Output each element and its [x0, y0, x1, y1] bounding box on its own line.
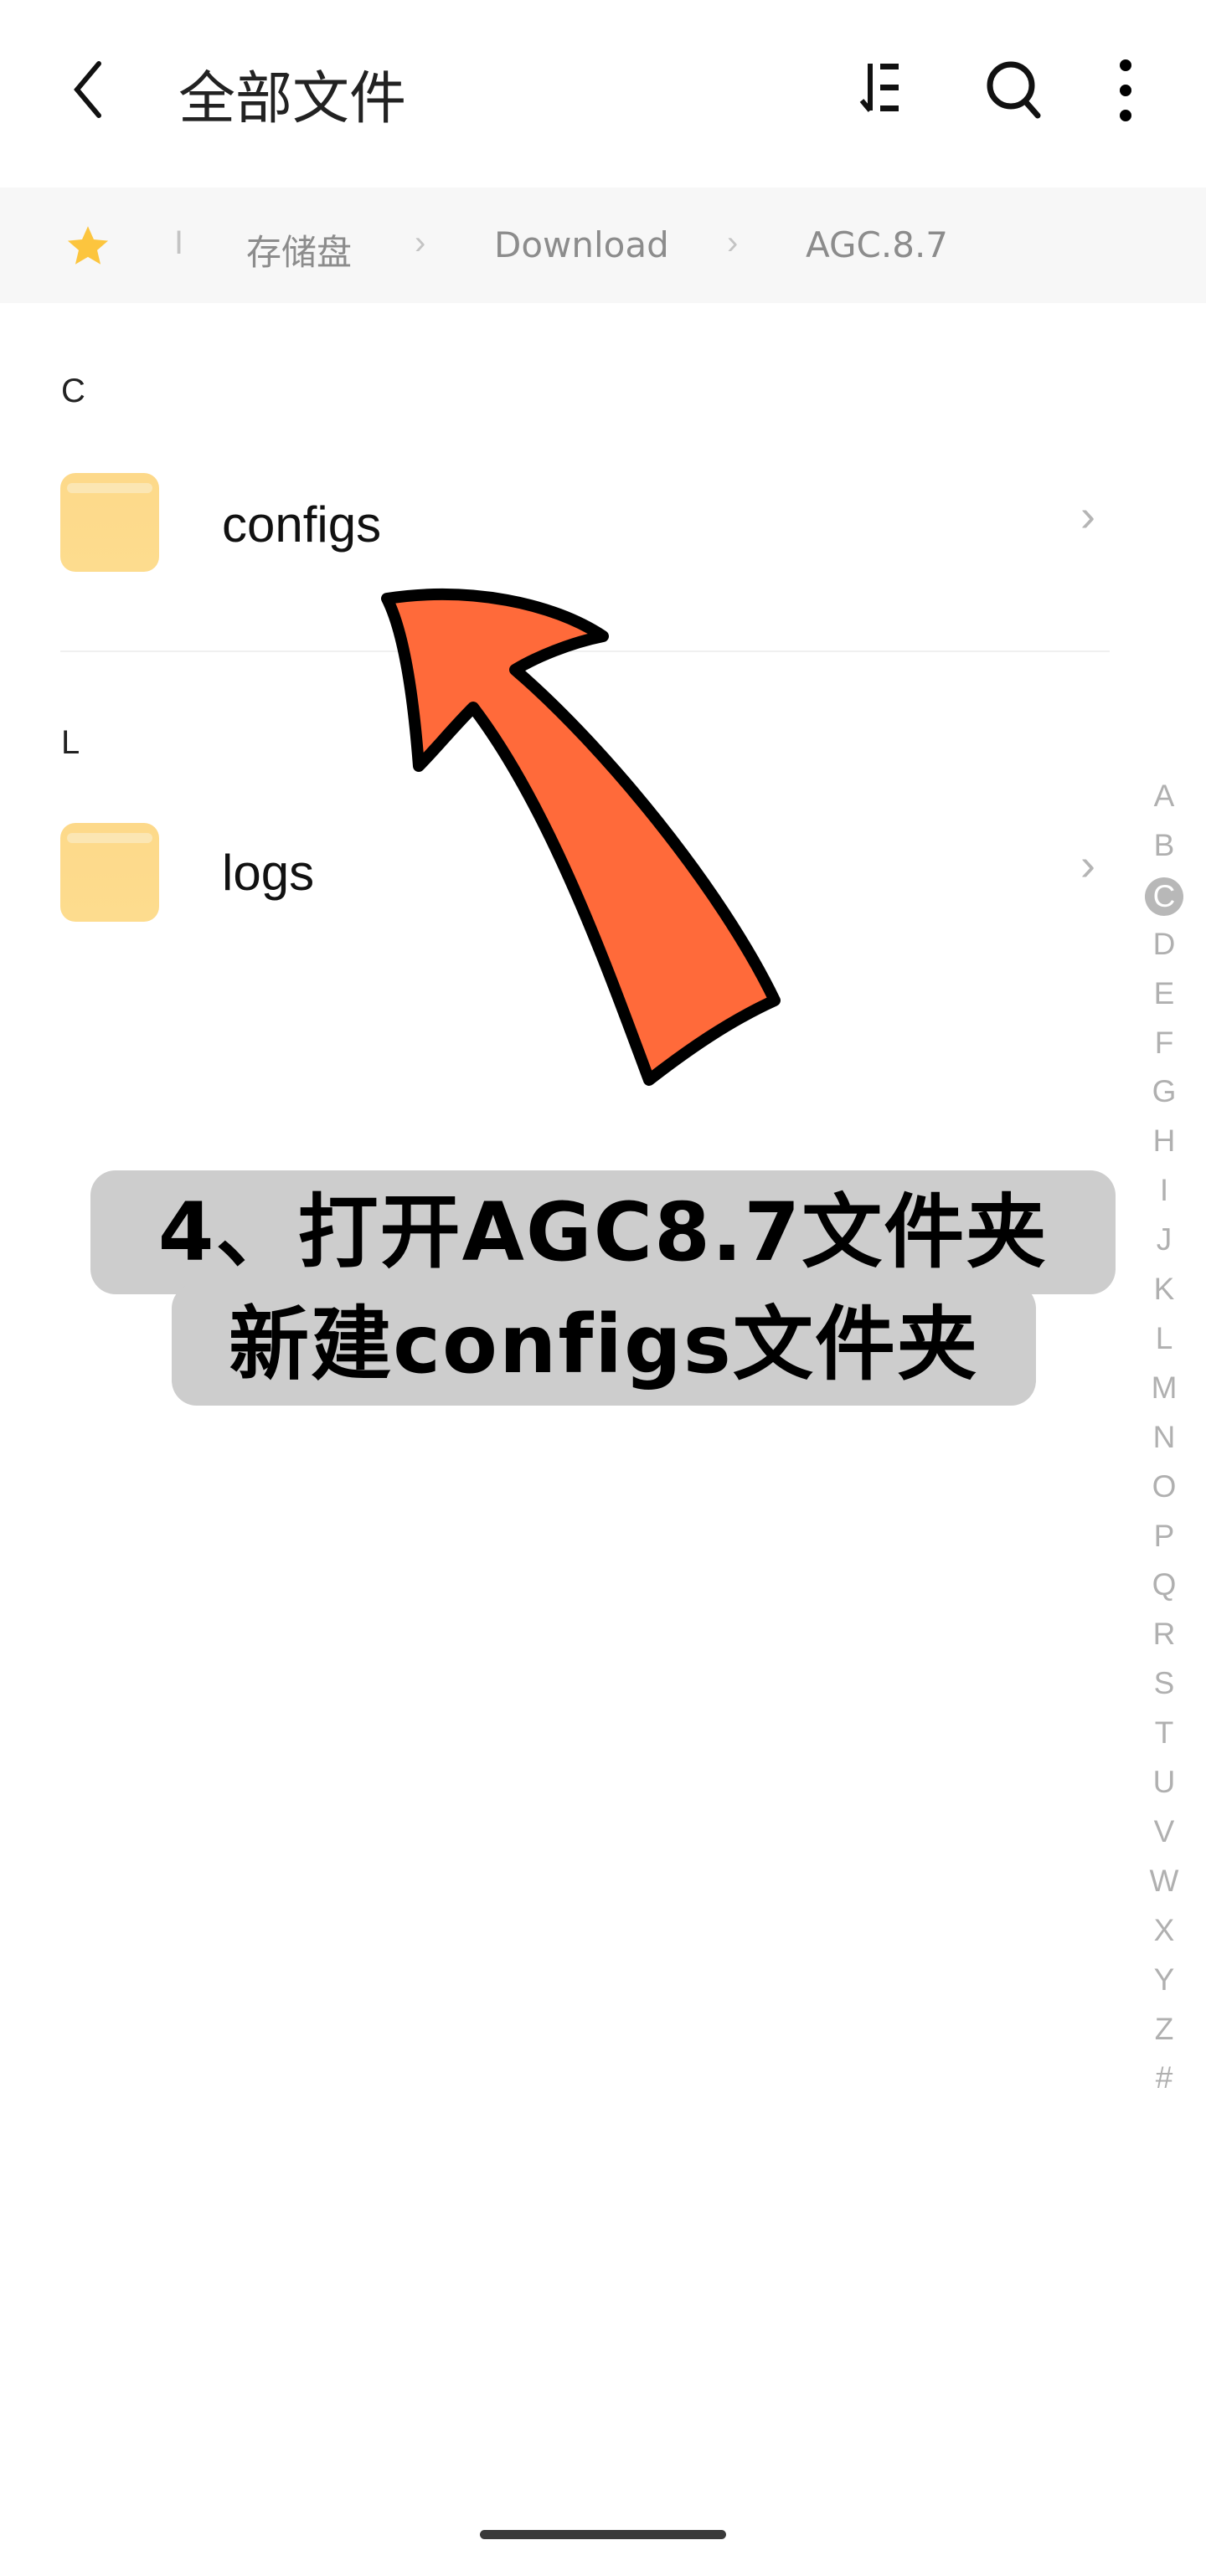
index-letter-r[interactable]: R — [1147, 1617, 1181, 1652]
index-letter-q[interactable]: Q — [1147, 1567, 1181, 1602]
index-letter-l[interactable]: L — [1147, 1321, 1181, 1356]
caption-line-2: 新建configs文件夹 — [172, 1283, 1036, 1406]
index-letter-v[interactable]: V — [1147, 1814, 1181, 1849]
index-letter-w[interactable]: W — [1147, 1864, 1181, 1899]
index-letter-i[interactable]: I — [1147, 1173, 1181, 1208]
index-letter-o[interactable]: O — [1147, 1469, 1181, 1504]
index-letter-j[interactable]: J — [1147, 1222, 1181, 1257]
index-letter-m[interactable]: M — [1147, 1370, 1181, 1406]
home-indicator[interactable] — [480, 2530, 726, 2539]
index-letter-t[interactable]: T — [1147, 1715, 1181, 1751]
index-letter-s[interactable]: S — [1147, 1666, 1181, 1701]
index-letter-y[interactable]: Y — [1147, 1962, 1181, 1998]
arrow-annotation — [381, 589, 781, 1086]
index-letter-x[interactable]: X — [1147, 1913, 1181, 1948]
index-letter-k[interactable]: K — [1147, 1272, 1181, 1307]
index-letter-hash[interactable]: # — [1147, 2060, 1181, 2095]
index-letter-n[interactable]: N — [1147, 1420, 1181, 1455]
index-letter-u[interactable]: U — [1147, 1765, 1181, 1800]
caption-line-1: 4、打开AGC8.7文件夹 — [90, 1170, 1116, 1294]
index-letter-z[interactable]: Z — [1147, 2012, 1181, 2047]
index-letter-p[interactable]: P — [1147, 1519, 1181, 1554]
